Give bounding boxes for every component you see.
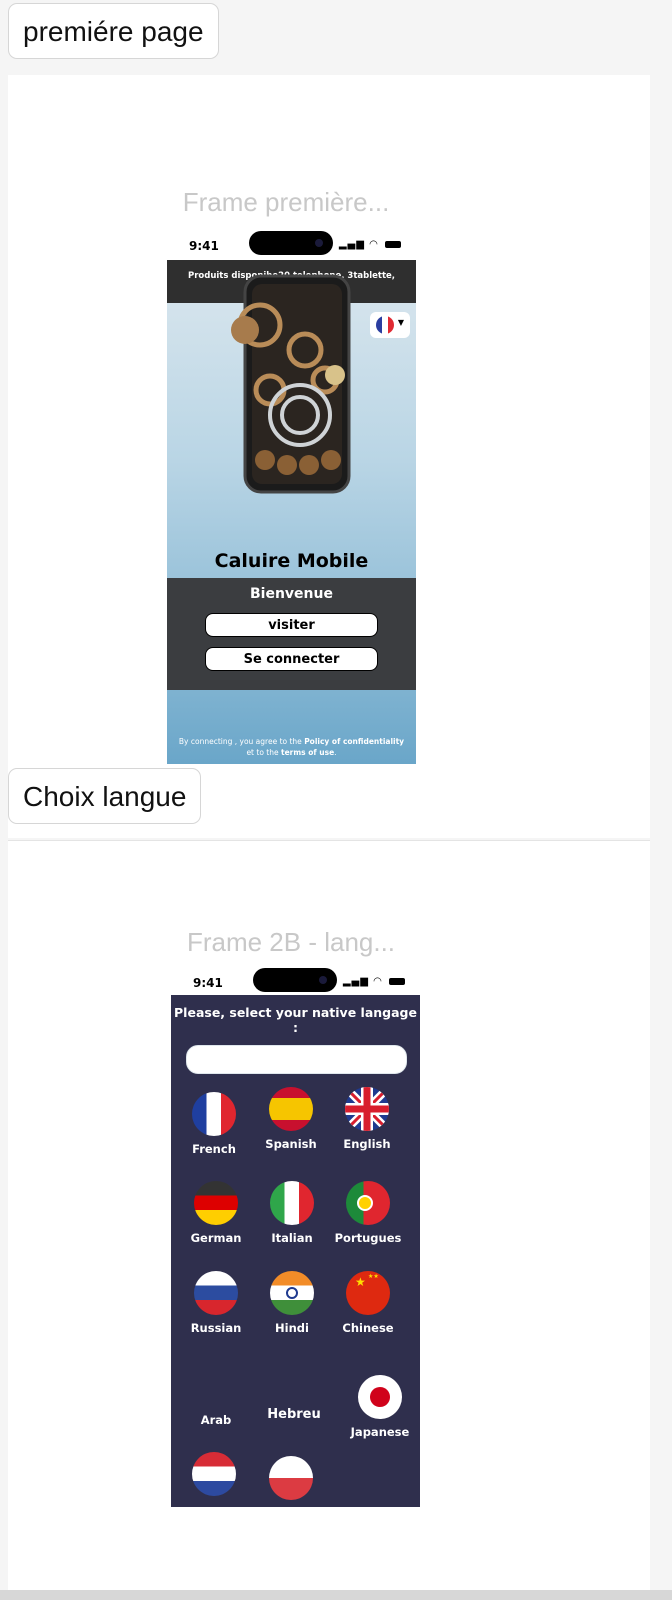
italy-flag-icon — [270, 1181, 314, 1225]
welcome-heading: Bienvenue — [250, 586, 333, 602]
status-time: 9:41 — [193, 976, 223, 990]
language-option-spanish[interactable]: Spanish — [251, 1087, 331, 1151]
language-option-french[interactable]: French — [174, 1092, 254, 1156]
language-selector-button[interactable]: ▼ — [370, 312, 410, 338]
language-option-german[interactable]: German — [176, 1181, 256, 1245]
welcome-screen: Produits disponibe20 telephone, 3tablett… — [167, 260, 416, 764]
language-option-polish[interactable] — [251, 1456, 331, 1500]
privacy-policy-link[interactable]: Policy of confidentiality — [304, 737, 404, 746]
language-option-portugues[interactable]: Portugues — [328, 1181, 408, 1245]
frame-title: Frame première... — [182, 187, 390, 217]
poland-flag-icon — [269, 1456, 313, 1500]
netherlands-flag-icon — [192, 1452, 236, 1496]
legal-notice: By connecting , you agree to the Policy … — [177, 736, 406, 758]
language-search-input[interactable] — [186, 1045, 407, 1074]
language-option-hebreu[interactable]: Hebreu — [254, 1401, 334, 1422]
language-name: Hindi — [275, 1321, 309, 1335]
language-name: Arab — [200, 1413, 232, 1427]
language-option-chinese[interactable]: ★ ★★ Chinese — [328, 1271, 408, 1335]
dynamic-island — [253, 968, 337, 992]
login-button[interactable]: Se connecter — [205, 647, 378, 671]
language-option-italian[interactable]: Italian — [252, 1181, 332, 1245]
language-name: German — [190, 1231, 242, 1245]
terms-of-use-link[interactable]: terms of use — [281, 748, 334, 757]
russia-flag-icon — [194, 1271, 238, 1315]
language-name: French — [192, 1142, 236, 1156]
language-name: Chinese — [342, 1321, 394, 1335]
japan-flag-icon — [358, 1375, 402, 1419]
language-option-dutch[interactable] — [174, 1452, 254, 1496]
china-flag-icon: ★ ★★ — [346, 1271, 390, 1315]
language-option-arab[interactable]: Arab — [176, 1407, 256, 1427]
uk-flag-icon — [345, 1087, 389, 1131]
france-flag-icon — [376, 316, 394, 334]
language-selection-screen: Please, select your native langage : Fre… — [171, 995, 420, 1507]
dynamic-island — [249, 231, 333, 255]
hero-phone-gears-image — [231, 274, 351, 494]
language-option-japanese[interactable]: Japanese — [340, 1375, 420, 1439]
language-name: Russian — [190, 1321, 242, 1335]
language-name: Hebreu — [267, 1407, 321, 1422]
horizontal-scrollbar[interactable] — [0, 1590, 672, 1600]
legal-prefix: By connecting , you agree to the — [178, 737, 305, 746]
status-icons: ▂▄▆ ◠ — [339, 239, 401, 250]
section-label-choix-langue[interactable]: Choix langue — [8, 768, 202, 824]
language-option-hindi[interactable]: Hindi — [252, 1271, 332, 1335]
legal-end: . — [334, 748, 337, 757]
section-label-premiere-page[interactable]: premiére page — [8, 3, 219, 59]
portugal-flag-icon — [346, 1181, 390, 1225]
language-option-english[interactable]: English — [327, 1087, 407, 1151]
frame-title: Frame 2B - lang... — [186, 927, 396, 957]
india-flag-icon — [270, 1271, 314, 1315]
france-flag-icon — [192, 1092, 236, 1136]
app-name: Caluire Mobile — [214, 550, 369, 572]
language-name: Portugues — [334, 1231, 402, 1245]
spain-flag-icon — [269, 1087, 313, 1131]
language-option-russian[interactable]: Russian — [176, 1271, 256, 1335]
chevron-down-icon: ▼ — [397, 318, 404, 327]
status-time: 9:41 — [189, 239, 219, 253]
language-name: Italian — [271, 1231, 313, 1245]
language-name: English — [343, 1137, 391, 1151]
language-name: Spanish — [265, 1137, 317, 1151]
language-name: Japanese — [350, 1425, 410, 1439]
language-prompt: Please, select your native langage : — [174, 1005, 417, 1035]
welcome-panel: Bienvenue visiter Se connecter — [167, 578, 416, 690]
germany-flag-icon — [194, 1181, 238, 1225]
visit-button[interactable]: visiter — [205, 613, 378, 637]
status-icons: ▂▄▆ ◠ — [343, 976, 405, 987]
legal-mid: et to the — [246, 748, 281, 757]
